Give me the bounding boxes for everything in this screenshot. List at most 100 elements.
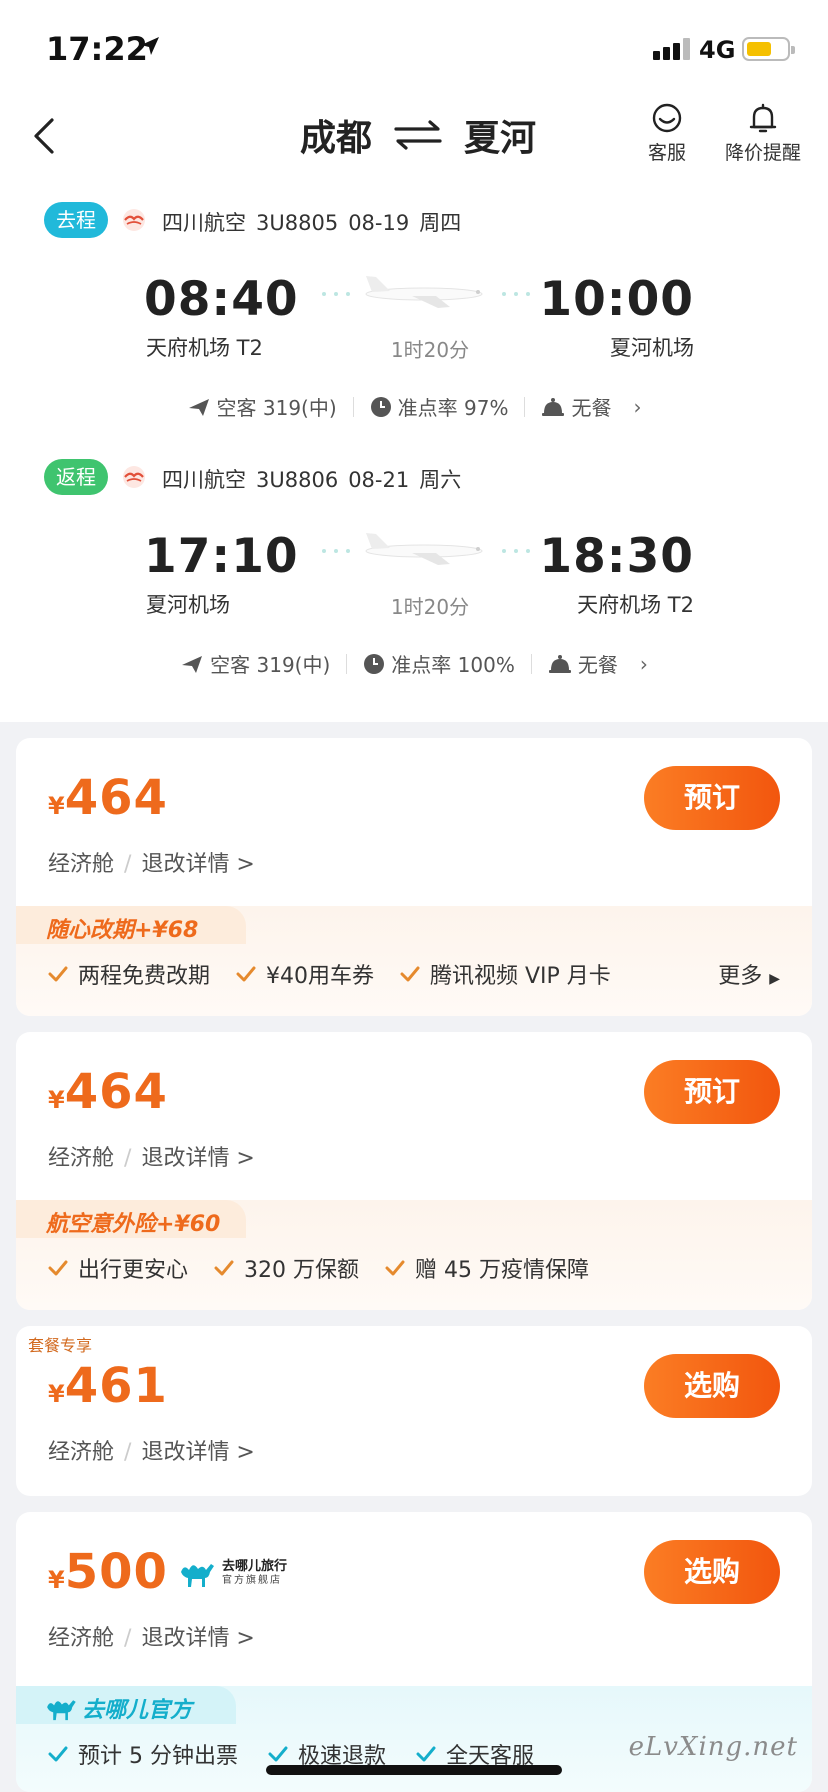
clock-icon bbox=[370, 396, 391, 417]
battery-icon bbox=[742, 37, 795, 61]
more-perks-button[interactable]: 更多 ▶ bbox=[718, 958, 780, 990]
plane-icon bbox=[182, 655, 203, 673]
meal-info: 无餐 bbox=[577, 653, 618, 677]
perk-item: ¥40用车券 bbox=[266, 964, 375, 989]
sichuan-airlines-logo-icon bbox=[123, 466, 145, 488]
cabin-info: 经济舱 / 退改详情 > bbox=[48, 1626, 255, 1651]
check-icon bbox=[385, 1260, 405, 1276]
arrival-time: 18:30 bbox=[539, 529, 694, 584]
outbound-details-row[interactable]: 空客 319(中) 准点率 97% 无餐 › bbox=[0, 392, 828, 421]
flight-number: 3U8805 bbox=[256, 211, 339, 235]
refund-details-link[interactable]: 退改详情 > bbox=[141, 1440, 254, 1465]
airplane-icon bbox=[322, 533, 530, 565]
flight-date: 08-21 bbox=[348, 468, 410, 492]
buy-button[interactable]: 选购 bbox=[644, 1540, 780, 1604]
check-icon bbox=[400, 966, 420, 982]
book-button[interactable]: 预订 bbox=[644, 1060, 780, 1124]
vendor-name: 去哪儿旅行 bbox=[222, 1559, 288, 1575]
offer-card[interactable]: ¥500 去哪儿旅行 官方旗舰店 经济舱 / 退改详情 > 选购 去哪儿官方 预计 5… bbox=[16, 1512, 812, 1792]
cabin-class: 经济舱 bbox=[48, 1440, 115, 1465]
origin-city: 成都 bbox=[300, 118, 373, 159]
meal-info: 无餐 bbox=[571, 396, 612, 420]
perk-item: 预计 5 分钟出票 bbox=[78, 1744, 238, 1769]
cabin-class: 经济舱 bbox=[48, 1146, 115, 1171]
refund-details-link[interactable]: 退改详情 > bbox=[141, 1146, 254, 1171]
inbound-segment[interactable]: 返程 四川航空 3U8806 08-21 周六 17:10 夏河机场 1时20分 18… bbox=[0, 459, 828, 715]
check-icon bbox=[236, 966, 256, 982]
check-icon bbox=[214, 1260, 234, 1276]
cabin-class: 经济舱 bbox=[48, 852, 115, 877]
offer-card[interactable]: 套餐专享 ¥461 经济舱 / 退改详情 > 选购 bbox=[16, 1326, 812, 1496]
flight-number: 3U8806 bbox=[256, 468, 339, 492]
refund-details-link[interactable]: 退改详情 > bbox=[141, 852, 254, 877]
departure-airport: 夏河机场 bbox=[146, 593, 230, 617]
service-label: 客服 bbox=[647, 142, 686, 164]
arrival-airport: 夏河机场 bbox=[610, 336, 694, 360]
official-perk-title: 去哪儿官方 bbox=[44, 1692, 192, 1724]
package-tag: 套餐专享 bbox=[28, 1336, 93, 1355]
swap-arrows-icon[interactable] bbox=[392, 118, 444, 152]
cabin-info: 经济舱 / 退改详情 > bbox=[48, 1440, 255, 1465]
perk-title: 随心改期+¥68 bbox=[46, 918, 199, 943]
perk-item: 两程免费改期 bbox=[78, 964, 211, 989]
offer-card[interactable]: ¥464 经济舱 / 退改详情 > 预订 航空意外险+¥60 出行更安心 320 万… bbox=[16, 1032, 812, 1310]
status-time: 17:22 bbox=[46, 30, 148, 68]
inbound-badge: 返程 bbox=[44, 459, 108, 495]
outbound-badge: 去程 bbox=[44, 202, 108, 238]
destination-city: 夏河 bbox=[464, 118, 537, 159]
arrival-time: 10:00 bbox=[539, 272, 694, 327]
perk-list: 两程免费改期 ¥40用车券 腾讯视频 VIP 月卡 bbox=[48, 958, 782, 990]
signal-icon bbox=[653, 38, 693, 60]
flight-date: 08-19 bbox=[348, 211, 410, 235]
check-icon bbox=[48, 1746, 68, 1762]
chevron-right-icon: › bbox=[633, 394, 642, 419]
check-icon bbox=[48, 966, 68, 982]
sichuan-airlines-logo-icon bbox=[123, 209, 145, 231]
offer-price: ¥461 bbox=[48, 1358, 168, 1414]
back-icon[interactable] bbox=[30, 114, 58, 158]
official-perk-strip[interactable]: 去哪儿官方 预计 5 分钟出票 极速退款 全天客服 eLvXing.net bbox=[16, 1686, 812, 1792]
inbound-flight-info: 四川航空 3U8806 08-21 周六 bbox=[162, 464, 471, 494]
location-arrow-icon bbox=[141, 37, 159, 55]
book-button[interactable]: 预订 bbox=[644, 766, 780, 830]
chat-smile-icon bbox=[652, 103, 682, 133]
departure-airport: 天府机场 T2 bbox=[146, 336, 263, 360]
refund-details-link[interactable]: 退改详情 > bbox=[141, 1626, 254, 1651]
camel-icon bbox=[181, 1564, 214, 1587]
aircraft-type: 空客 319(中) bbox=[216, 396, 337, 420]
perk-strip[interactable]: 航空意外险+¥60 出行更安心 320 万保额 赠 45 万疫情保障 bbox=[16, 1200, 812, 1310]
cabin-class: 经济舱 bbox=[48, 1626, 115, 1651]
departure-time: 17:10 bbox=[144, 529, 299, 584]
outbound-segment[interactable]: 去程 四川航空 3U8805 08-19 周四 08:40 天府机场 T2 1时20分… bbox=[0, 202, 828, 458]
bell-icon bbox=[749, 103, 777, 133]
departure-time: 08:40 bbox=[144, 272, 299, 327]
ontime-rate: 准点率 97% bbox=[397, 396, 509, 420]
perk-list: 出行更安心 320 万保额 赠 45 万疫情保障 bbox=[48, 1252, 782, 1284]
perk-title: 航空意外险+¥60 bbox=[46, 1212, 221, 1237]
meal-cloche-icon bbox=[548, 654, 571, 673]
meal-cloche-icon bbox=[542, 397, 565, 416]
offer-price: ¥464 bbox=[48, 1064, 168, 1120]
chevron-right-icon: › bbox=[639, 651, 648, 676]
vendor-badge: 去哪儿旅行 官方旗舰店 bbox=[178, 1558, 287, 1588]
customer-service-button[interactable]: 客服 bbox=[640, 102, 694, 165]
cabin-info: 经济舱 / 退改详情 > bbox=[48, 1146, 255, 1171]
offer-card[interactable]: ¥464 经济舱 / 退改详情 > 预订 随心改期+¥68 两程免费改期 ¥40用车… bbox=[16, 738, 812, 1016]
perk-strip[interactable]: 随心改期+¥68 两程免费改期 ¥40用车券 腾讯视频 VIP 月卡 更多 ▶ bbox=[16, 906, 812, 1016]
inbound-details-row[interactable]: 空客 319(中) 准点率 100% 无餐 › bbox=[0, 649, 828, 678]
perk-item: 320 万保额 bbox=[244, 1258, 360, 1283]
price-alert-button[interactable]: 降价提醒 bbox=[718, 102, 808, 165]
offer-price: ¥500 bbox=[48, 1544, 168, 1600]
route-title: 成都 夏河 bbox=[300, 110, 536, 160]
perk-item: 赠 45 万疫情保障 bbox=[415, 1258, 589, 1283]
watermark: eLvXing.net bbox=[628, 1732, 798, 1762]
buy-button[interactable]: 选购 bbox=[644, 1354, 780, 1418]
flight-duration: 1时20分 bbox=[390, 595, 470, 619]
plane-icon bbox=[188, 398, 209, 416]
clock-icon bbox=[364, 653, 385, 674]
cabin-info: 经济舱 / 退改详情 > bbox=[48, 852, 255, 877]
home-indicator[interactable] bbox=[266, 1765, 562, 1775]
flight-weekday: 周四 bbox=[419, 211, 462, 235]
vendor-store: 官方旗舰店 bbox=[222, 1574, 282, 1586]
camel-icon bbox=[47, 1700, 76, 1721]
